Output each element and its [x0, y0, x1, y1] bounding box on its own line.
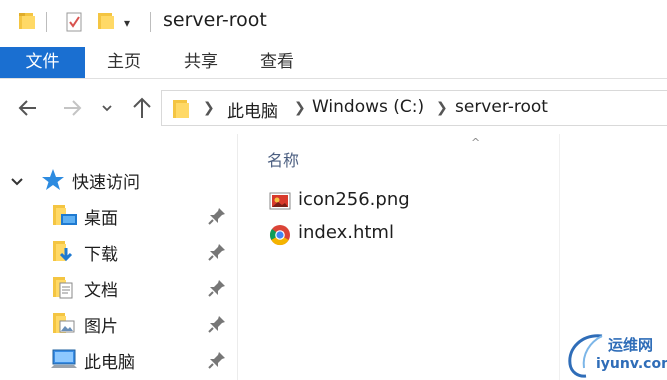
folder-icon — [172, 98, 190, 124]
arrow-left-icon — [18, 100, 36, 116]
arrow-right-icon — [64, 100, 82, 116]
downloads-folder-icon — [52, 240, 78, 268]
pin-icon[interactable] — [207, 278, 227, 302]
tab-home[interactable]: 主页 — [90, 47, 158, 78]
image-file-icon — [269, 191, 291, 215]
up-button[interactable] — [128, 94, 156, 122]
title-bar: ▾ server-root — [0, 0, 667, 46]
title-separator — [150, 12, 151, 32]
nav-item-pictures[interactable]: 图片 — [0, 307, 238, 341]
ribbon-tabs: 文件 主页 共享 查看 — [0, 47, 667, 79]
nav-item-label: 文档 — [84, 281, 118, 301]
chrome-html-file-icon — [269, 224, 291, 250]
chevron-down-icon[interactable] — [10, 172, 24, 191]
breadcrumb-this-pc[interactable]: 此电脑 — [227, 97, 278, 122]
navigation-pane: 快速访问 桌面 下载 文档 图片 此电脑 — [0, 134, 238, 380]
toolbar-separator — [46, 12, 47, 32]
properties-icon[interactable] — [65, 12, 85, 36]
file-name: index.html — [298, 222, 394, 243]
file-row[interactable]: icon256.png — [267, 187, 507, 217]
address-bar[interactable]: ❯ 此电脑 ❯ Windows (C:) ❯ server-root — [161, 90, 667, 126]
pin-icon[interactable] — [207, 350, 227, 374]
chevron-down-icon — [102, 105, 112, 112]
nav-quick-access[interactable]: 快速访问 — [0, 163, 238, 197]
column-header-name[interactable]: 名称 — [267, 147, 299, 171]
tab-view[interactable]: 查看 — [243, 47, 311, 78]
tab-file[interactable]: 文件 — [0, 47, 85, 78]
file-name: icon256.png — [298, 189, 410, 210]
breadcrumb-separator-icon[interactable]: ❯ — [294, 100, 306, 116]
tab-share[interactable]: 共享 — [167, 47, 235, 78]
forward-button[interactable] — [58, 94, 86, 122]
nav-item-label: 桌面 — [84, 209, 118, 229]
desktop-folder-icon — [52, 204, 78, 232]
star-icon — [41, 168, 65, 196]
pin-icon[interactable] — [207, 314, 227, 338]
breadcrumb-separator-icon[interactable]: ❯ — [436, 100, 448, 116]
customize-dropdown-icon[interactable]: ▾ — [124, 16, 130, 30]
watermark-text: 运维网 — [608, 336, 654, 354]
this-pc-icon — [50, 348, 78, 376]
breadcrumb-separator-icon[interactable]: ❯ — [203, 100, 215, 116]
nav-item-label: 快速访问 — [72, 173, 140, 193]
pin-icon[interactable] — [207, 242, 227, 266]
nav-item-downloads[interactable]: 下载 — [0, 235, 238, 269]
new-folder-icon[interactable] — [97, 11, 115, 35]
nav-item-documents[interactable]: 文档 — [0, 271, 238, 305]
navigation-bar: ❯ 此电脑 ❯ Windows (C:) ❯ server-root — [0, 82, 667, 134]
breadcrumb-server-root[interactable]: server-root — [455, 97, 548, 117]
file-row[interactable]: index.html — [267, 220, 507, 250]
nav-item-desktop[interactable]: 桌面 — [0, 199, 238, 233]
watermark-logo: 运维网 iyunv.com — [558, 326, 667, 380]
sort-ascending-icon: ^ — [471, 136, 481, 149]
watermark-url: iyunv.com — [596, 356, 667, 372]
arrow-up-icon — [133, 97, 151, 118]
nav-item-this-pc[interactable]: 此电脑 — [0, 343, 238, 377]
folder-icon[interactable] — [18, 11, 36, 35]
back-button[interactable] — [14, 94, 42, 122]
documents-folder-icon — [52, 276, 78, 304]
nav-item-label: 下载 — [84, 245, 118, 265]
pictures-folder-icon — [52, 312, 78, 340]
pin-icon[interactable] — [207, 206, 227, 230]
nav-item-label: 图片 — [84, 317, 118, 337]
window-title: server-root — [163, 9, 267, 31]
nav-item-label: 此电脑 — [84, 353, 135, 373]
breadcrumb-windows-c[interactable]: Windows (C:) — [312, 97, 424, 117]
swoosh-logo-icon — [568, 334, 603, 378]
recent-locations-button[interactable] — [97, 94, 117, 122]
